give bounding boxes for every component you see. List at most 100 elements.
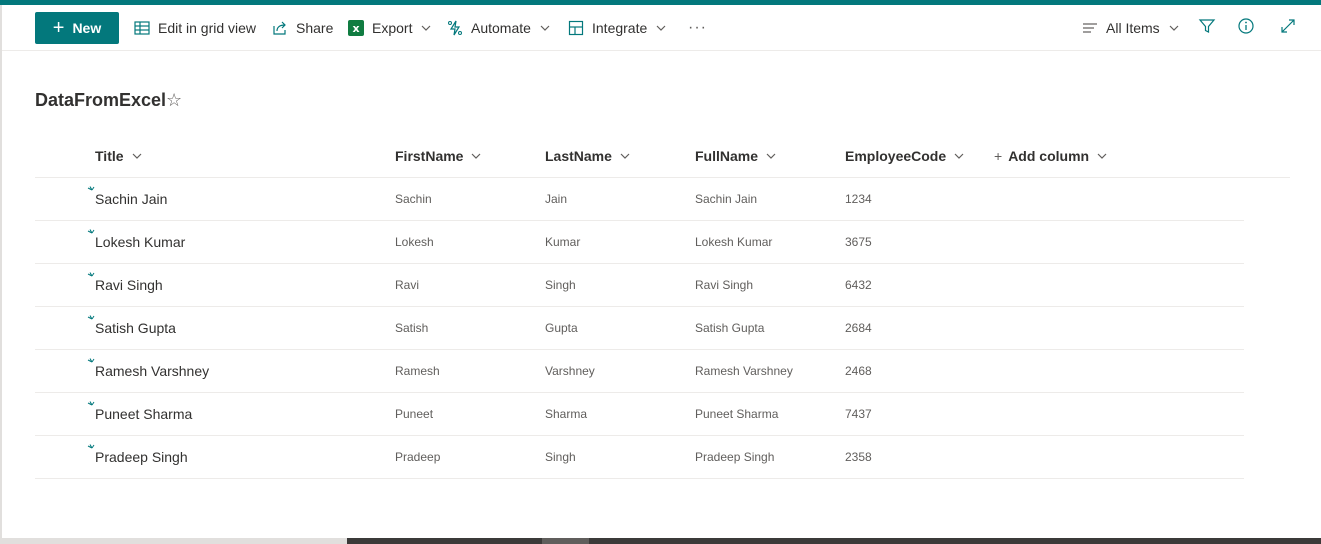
share-label: Share xyxy=(296,20,334,36)
cell-fullname: Ramesh Varshney xyxy=(695,364,793,378)
cell-lastname: Varshney xyxy=(545,364,595,378)
table-row[interactable]: Ravi Singh Ravi Singh Ravi Singh 6432 xyxy=(35,264,1244,307)
more-options-button[interactable]: ··· xyxy=(688,5,707,51)
cell-firstname: Lokesh xyxy=(395,235,434,249)
table-row[interactable]: Ramesh Varshney Ramesh Varshney Ramesh Vars… xyxy=(35,350,1244,393)
cell-firstname: Satish xyxy=(395,321,429,335)
more-icon: ··· xyxy=(688,19,707,36)
chevron-down-icon xyxy=(1096,150,1108,162)
add-column-button[interactable]: + Add column xyxy=(994,134,1108,178)
cell-employeecode: 2468 xyxy=(845,364,872,378)
table-row[interactable]: Sachin Jain Sachin Jain Sachin Jain 1234 xyxy=(35,178,1244,221)
table-row[interactable]: Lokesh Kumar Lokesh Kumar Lokesh Kumar 3675 xyxy=(35,221,1244,264)
scrollbar-track xyxy=(0,538,347,544)
cell-title[interactable]: Sachin Jain xyxy=(95,178,167,220)
list-title: DataFromExcel xyxy=(35,90,167,110)
cell-lastname: Gupta xyxy=(545,321,578,335)
cell-fullname: Pradeep Singh xyxy=(695,450,775,464)
chevron-down-icon xyxy=(420,22,432,34)
cell-firstname: Ravi xyxy=(395,278,420,292)
column-header-label: FullName xyxy=(695,148,759,164)
cell-fullname: Lokesh Kumar xyxy=(695,235,773,249)
grid-icon xyxy=(133,19,151,37)
export-label: Export xyxy=(372,20,413,36)
column-header-firstname[interactable]: FirstName xyxy=(395,134,482,178)
cell-title[interactable]: Pradeep Singh xyxy=(95,436,188,478)
cell-employeecode: 1234 xyxy=(845,192,872,206)
plus-icon: + xyxy=(52,17,65,39)
command-bar: + New Edit in grid view Share x Export A… xyxy=(2,5,1321,51)
cell-fullname: Puneet Sharma xyxy=(695,407,779,421)
new-label: New xyxy=(72,20,102,36)
integrate-icon xyxy=(567,19,585,37)
cell-title[interactable]: Satish Gupta xyxy=(95,307,176,349)
chevron-down-icon xyxy=(619,150,631,162)
column-header-fullname[interactable]: FullName xyxy=(695,134,777,178)
chevron-down-icon xyxy=(1168,22,1180,34)
view-list-icon xyxy=(1081,19,1099,37)
favorite-star-icon[interactable]: ☆ xyxy=(166,91,182,109)
cell-employeecode: 2684 xyxy=(845,321,872,335)
column-header-label: Title xyxy=(95,148,124,164)
cell-lastname: Singh xyxy=(545,450,576,464)
edit-grid-label: Edit in grid view xyxy=(158,20,257,36)
add-column-label: Add column xyxy=(1008,148,1090,164)
chevron-down-icon xyxy=(655,22,667,34)
filter-button[interactable] xyxy=(1198,5,1216,51)
chevron-down-icon xyxy=(539,22,551,34)
cell-employeecode: 7437 xyxy=(845,407,872,421)
horizontal-scrollbar[interactable] xyxy=(0,538,1321,544)
cell-employeecode: 6432 xyxy=(845,278,872,292)
view-label: All Items xyxy=(1106,20,1160,36)
cell-firstname: Puneet xyxy=(395,407,434,421)
column-header-employeecode[interactable]: EmployeeCode xyxy=(845,134,965,178)
column-header-lastname[interactable]: LastName xyxy=(545,134,631,178)
automate-button[interactable]: Automate xyxy=(446,5,551,51)
share-icon xyxy=(271,19,289,37)
info-icon xyxy=(1237,17,1255,40)
chevron-down-icon xyxy=(765,150,777,162)
chevron-down-icon xyxy=(470,150,482,162)
cell-firstname: Sachin xyxy=(395,192,432,206)
column-header-title[interactable]: Title xyxy=(95,134,143,178)
cell-lastname: Kumar xyxy=(545,235,581,249)
cell-lastname: Jain xyxy=(545,192,568,206)
table-row[interactable]: Puneet Sharma Puneet Sharma Puneet Sharma 74… xyxy=(35,393,1244,436)
expand-icon xyxy=(1279,17,1297,40)
table-row[interactable]: Pradeep Singh Pradeep Singh Pradeep Singh 23… xyxy=(35,436,1244,479)
excel-icon: x xyxy=(347,19,365,37)
cell-fullname: Satish Gupta xyxy=(695,321,765,335)
column-header-label: EmployeeCode xyxy=(845,148,947,164)
cell-title[interactable]: Puneet Sharma xyxy=(95,393,192,435)
share-button[interactable]: Share xyxy=(271,5,333,51)
cell-fullname: Ravi Singh xyxy=(695,278,754,292)
column-header-label: LastName xyxy=(545,148,612,164)
cell-employeecode: 2358 xyxy=(845,450,872,464)
export-button[interactable]: x Export xyxy=(347,5,432,51)
table-row[interactable]: Satish Gupta Satish Gupta Satish Gupta 2684 xyxy=(35,307,1244,350)
edit-in-grid-view-button[interactable]: Edit in grid view xyxy=(133,5,256,51)
integrate-label: Integrate xyxy=(592,20,648,36)
column-header-label: FirstName xyxy=(395,148,464,164)
cell-title[interactable]: Lokesh Kumar xyxy=(95,221,185,263)
automate-label: Automate xyxy=(471,20,531,36)
chevron-down-icon xyxy=(131,150,143,162)
cell-employeecode: 3675 xyxy=(845,235,872,249)
automate-icon xyxy=(446,19,464,37)
cell-fullname: Sachin Jain xyxy=(695,192,758,206)
left-border xyxy=(0,5,2,544)
new-button[interactable]: + New xyxy=(35,12,119,44)
scrollbar-thumb[interactable] xyxy=(542,538,589,544)
info-button[interactable] xyxy=(1237,5,1255,51)
cell-firstname: Pradeep xyxy=(395,450,441,464)
view-selector[interactable]: All Items xyxy=(1081,5,1180,51)
cell-title[interactable]: Ravi Singh xyxy=(95,264,163,306)
expand-button[interactable] xyxy=(1279,5,1297,51)
cell-title[interactable]: Ramesh Varshney xyxy=(95,350,209,392)
cell-lastname: Singh xyxy=(545,278,576,292)
filter-icon xyxy=(1198,17,1216,40)
chevron-down-icon xyxy=(953,150,965,162)
cell-firstname: Ramesh xyxy=(395,364,440,378)
integrate-button[interactable]: Integrate xyxy=(567,5,667,51)
cell-lastname: Sharma xyxy=(545,407,588,421)
